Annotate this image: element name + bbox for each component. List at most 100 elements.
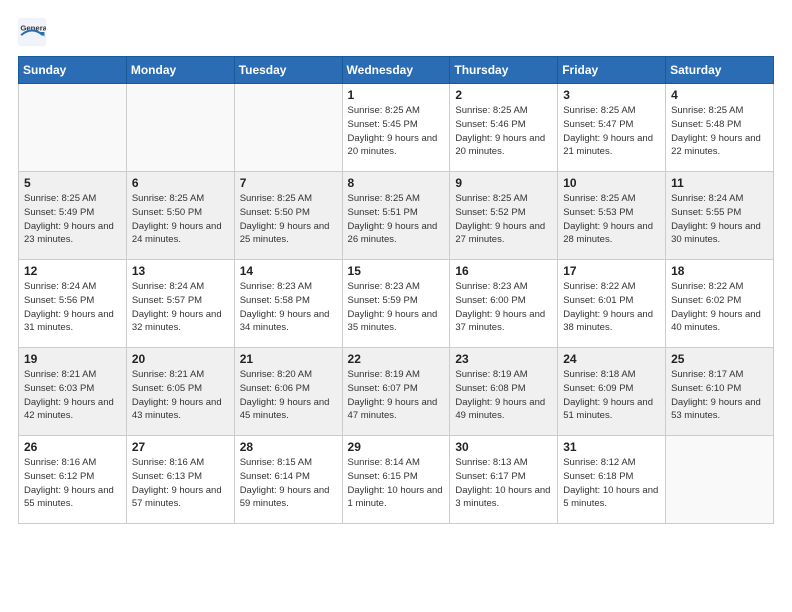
day-info: Sunrise: 8:13 AM Sunset: 6:17 PM Dayligh… [455, 456, 552, 511]
weekday-header: Monday [126, 57, 234, 84]
calendar-cell: 25 Sunrise: 8:17 AM Sunset: 6:10 PM Dayli… [666, 348, 774, 436]
calendar-cell: 18 Sunrise: 8:22 AM Sunset: 6:02 PM Dayli… [666, 260, 774, 348]
day-info: Sunrise: 8:25 AM Sunset: 5:50 PM Dayligh… [132, 192, 229, 247]
day-number: 30 [455, 440, 552, 454]
calendar-cell: 31 Sunrise: 8:12 AM Sunset: 6:18 PM Dayli… [558, 436, 666, 524]
day-number: 31 [563, 440, 660, 454]
day-number: 22 [348, 352, 445, 366]
calendar-cell [666, 436, 774, 524]
day-number: 14 [240, 264, 337, 278]
calendar-cell: 10Sunrise: 8:25 AM Sunset: 5:53 PM Dayli… [558, 172, 666, 260]
calendar-cell: 20 Sunrise: 8:21 AM Sunset: 6:05 PM Dayli… [126, 348, 234, 436]
day-info: Sunrise: 8:25 AM Sunset: 5:52 PM Dayligh… [455, 192, 552, 247]
day-number: 5 [24, 176, 121, 190]
day-number: 3 [563, 88, 660, 102]
calendar-cell: 29 Sunrise: 8:14 AM Sunset: 6:15 PM Dayli… [342, 436, 450, 524]
calendar-cell: 24 Sunrise: 8:18 AM Sunset: 6:09 PM Dayli… [558, 348, 666, 436]
day-number: 15 [348, 264, 445, 278]
day-number: 21 [240, 352, 337, 366]
day-number: 13 [132, 264, 229, 278]
day-number: 19 [24, 352, 121, 366]
day-info: Sunrise: 8:25 AM Sunset: 5:51 PM Dayligh… [348, 192, 445, 247]
day-number: 25 [671, 352, 768, 366]
day-info: Sunrise: 8:19 AM Sunset: 6:08 PM Dayligh… [455, 368, 552, 423]
page: General SundayMondayTuesdayWednesdayThur… [0, 0, 792, 542]
day-number: 24 [563, 352, 660, 366]
day-number: 12 [24, 264, 121, 278]
day-number: 16 [455, 264, 552, 278]
day-info: Sunrise: 8:18 AM Sunset: 6:09 PM Dayligh… [563, 368, 660, 423]
day-number: 26 [24, 440, 121, 454]
day-info: Sunrise: 8:25 AM Sunset: 5:46 PM Dayligh… [455, 104, 552, 159]
day-info: Sunrise: 8:23 AM Sunset: 5:59 PM Dayligh… [348, 280, 445, 335]
calendar-week-row: 12 Sunrise: 8:24 AM Sunset: 5:56 PM Dayli… [19, 260, 774, 348]
day-info: Sunrise: 8:20 AM Sunset: 6:06 PM Dayligh… [240, 368, 337, 423]
calendar-cell: 23 Sunrise: 8:19 AM Sunset: 6:08 PM Dayli… [450, 348, 558, 436]
calendar-cell: 14 Sunrise: 8:23 AM Sunset: 5:58 PM Dayli… [234, 260, 342, 348]
weekday-header: Wednesday [342, 57, 450, 84]
calendar-cell: 19 Sunrise: 8:21 AM Sunset: 6:03 PM Dayli… [19, 348, 127, 436]
calendar-cell: 30 Sunrise: 8:13 AM Sunset: 6:17 PM Dayli… [450, 436, 558, 524]
calendar-cell: 17Sunrise: 8:22 AM Sunset: 6:01 PM Dayli… [558, 260, 666, 348]
header: General [18, 18, 774, 46]
calendar-cell: 1 Sunrise: 8:25 AM Sunset: 5:45 PM Daylig… [342, 84, 450, 172]
day-number: 10 [563, 176, 660, 190]
calendar-cell: 7 Sunrise: 8:25 AM Sunset: 5:50 PM Daylig… [234, 172, 342, 260]
calendar-cell: 6 Sunrise: 8:25 AM Sunset: 5:50 PM Daylig… [126, 172, 234, 260]
calendar-cell: 28Sunrise: 8:15 AM Sunset: 6:14 PM Dayli… [234, 436, 342, 524]
weekday-header: Tuesday [234, 57, 342, 84]
calendar-cell: 3 Sunrise: 8:25 AM Sunset: 5:47 PM Daylig… [558, 84, 666, 172]
day-number: 11 [671, 176, 768, 190]
day-number: 28 [240, 440, 337, 454]
weekday-header-row: SundayMondayTuesdayWednesdayThursdayFrid… [19, 57, 774, 84]
calendar-week-row: 5Sunrise: 8:25 AM Sunset: 5:49 PM Daylig… [19, 172, 774, 260]
day-number: 2 [455, 88, 552, 102]
day-info: Sunrise: 8:21 AM Sunset: 6:05 PM Dayligh… [132, 368, 229, 423]
calendar-cell: 27Sunrise: 8:16 AM Sunset: 6:13 PM Dayli… [126, 436, 234, 524]
day-info: Sunrise: 8:25 AM Sunset: 5:50 PM Dayligh… [240, 192, 337, 247]
calendar-cell: 11 Sunrise: 8:24 AM Sunset: 5:55 PM Dayli… [666, 172, 774, 260]
calendar-cell: 21 Sunrise: 8:20 AM Sunset: 6:06 PM Dayli… [234, 348, 342, 436]
logo-icon: General [18, 18, 46, 46]
day-number: 4 [671, 88, 768, 102]
day-number: 9 [455, 176, 552, 190]
day-info: Sunrise: 8:14 AM Sunset: 6:15 PM Dayligh… [348, 456, 445, 511]
day-info: Sunrise: 8:24 AM Sunset: 5:56 PM Dayligh… [24, 280, 121, 335]
calendar-table: SundayMondayTuesdayWednesdayThursdayFrid… [18, 56, 774, 524]
calendar-week-row: 26Sunrise: 8:16 AM Sunset: 6:12 PM Dayli… [19, 436, 774, 524]
weekday-header: Saturday [666, 57, 774, 84]
day-info: Sunrise: 8:24 AM Sunset: 5:55 PM Dayligh… [671, 192, 768, 247]
calendar-cell: 12 Sunrise: 8:24 AM Sunset: 5:56 PM Dayli… [19, 260, 127, 348]
calendar-cell: 9 Sunrise: 8:25 AM Sunset: 5:52 PM Daylig… [450, 172, 558, 260]
day-info: Sunrise: 8:25 AM Sunset: 5:47 PM Dayligh… [563, 104, 660, 159]
day-number: 17 [563, 264, 660, 278]
day-info: Sunrise: 8:22 AM Sunset: 6:02 PM Dayligh… [671, 280, 768, 335]
day-info: Sunrise: 8:23 AM Sunset: 5:58 PM Dayligh… [240, 280, 337, 335]
day-info: Sunrise: 8:19 AM Sunset: 6:07 PM Dayligh… [348, 368, 445, 423]
day-info: Sunrise: 8:17 AM Sunset: 6:10 PM Dayligh… [671, 368, 768, 423]
day-number: 29 [348, 440, 445, 454]
day-info: Sunrise: 8:25 AM Sunset: 5:45 PM Dayligh… [348, 104, 445, 159]
calendar-cell: 5Sunrise: 8:25 AM Sunset: 5:49 PM Daylig… [19, 172, 127, 260]
day-number: 18 [671, 264, 768, 278]
calendar-cell: 16Sunrise: 8:23 AM Sunset: 6:00 PM Dayli… [450, 260, 558, 348]
calendar-cell: 8Sunrise: 8:25 AM Sunset: 5:51 PM Daylig… [342, 172, 450, 260]
day-info: Sunrise: 8:21 AM Sunset: 6:03 PM Dayligh… [24, 368, 121, 423]
weekday-header: Thursday [450, 57, 558, 84]
day-number: 6 [132, 176, 229, 190]
day-info: Sunrise: 8:12 AM Sunset: 6:18 PM Dayligh… [563, 456, 660, 511]
calendar-cell: 13Sunrise: 8:24 AM Sunset: 5:57 PM Dayli… [126, 260, 234, 348]
day-number: 27 [132, 440, 229, 454]
calendar-cell: 2 Sunrise: 8:25 AM Sunset: 5:46 PM Daylig… [450, 84, 558, 172]
calendar-cell: 22 Sunrise: 8:19 AM Sunset: 6:07 PM Dayli… [342, 348, 450, 436]
calendar-cell [234, 84, 342, 172]
calendar-week-row: 19 Sunrise: 8:21 AM Sunset: 6:03 PM Dayli… [19, 348, 774, 436]
day-number: 23 [455, 352, 552, 366]
calendar-cell: 26Sunrise: 8:16 AM Sunset: 6:12 PM Dayli… [19, 436, 127, 524]
day-number: 1 [348, 88, 445, 102]
day-number: 20 [132, 352, 229, 366]
day-number: 7 [240, 176, 337, 190]
weekday-header: Friday [558, 57, 666, 84]
weekday-header: Sunday [19, 57, 127, 84]
calendar-cell: 4Sunrise: 8:25 AM Sunset: 5:48 PM Daylig… [666, 84, 774, 172]
